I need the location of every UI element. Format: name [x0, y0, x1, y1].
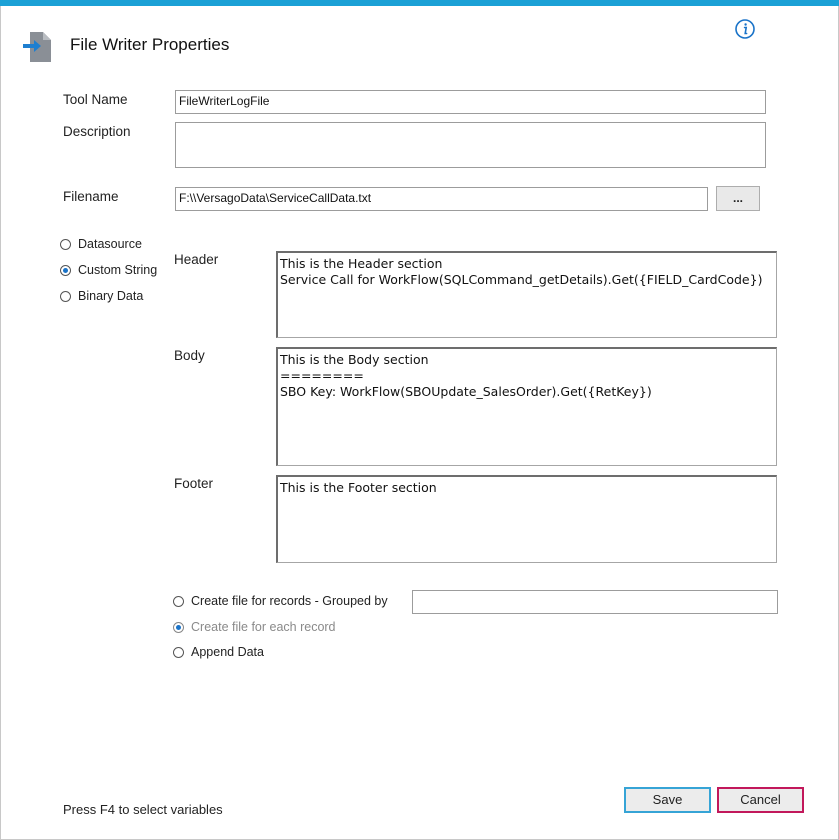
header-label: Header	[174, 252, 219, 267]
radio-circle[interactable]	[173, 595, 184, 607]
info-icon[interactable]	[734, 18, 756, 40]
footer-textarea[interactable]: This is the Footer section	[276, 475, 777, 563]
tool-name-input[interactable]: FileWriterLogFile	[175, 90, 766, 114]
window-accent-bar	[0, 0, 839, 6]
tool-name-label: Tool Name	[63, 92, 128, 107]
radio-label: Append Data	[191, 645, 264, 659]
footer-label: Footer	[174, 476, 214, 491]
window-border-left	[0, 6, 1, 840]
header-textarea[interactable]: This is the Header section Service Call …	[276, 251, 777, 338]
radio-circle[interactable]	[173, 621, 184, 633]
filename-label: Filename	[63, 189, 119, 204]
radio-datasource[interactable]: Datasource	[60, 237, 142, 251]
radio-create-grouped[interactable]: Create file for records - Grouped by	[173, 594, 388, 608]
radio-create-each-record[interactable]: Create file for each record	[173, 620, 336, 634]
body-label: Body	[174, 348, 205, 363]
browse-button[interactable]: ...	[716, 186, 760, 211]
radio-circle[interactable]	[60, 238, 71, 250]
radio-circle[interactable]	[60, 264, 71, 276]
radio-append-data[interactable]: Append Data	[173, 645, 264, 659]
radio-circle[interactable]	[173, 646, 184, 658]
body-textarea[interactable]: This is the Body section ======== SBO Ke…	[276, 347, 777, 466]
grouped-by-input[interactable]	[412, 590, 778, 614]
filename-input[interactable]: F:\\VersagoData\ServiceCallData.txt	[175, 187, 708, 211]
radio-label: Datasource	[78, 237, 142, 251]
radio-label: Custom String	[78, 263, 158, 277]
file-export-icon	[23, 32, 51, 62]
f4-hint: Press F4 to select variables	[63, 802, 223, 817]
radio-binary-data[interactable]: Binary Data	[60, 289, 143, 303]
radio-label: Create file for records - Grouped by	[191, 594, 388, 608]
radio-custom-string[interactable]: Custom String	[60, 263, 157, 277]
radio-label: Binary Data	[78, 289, 144, 303]
dialog-title: File Writer Properties	[70, 35, 230, 54]
description-input[interactable]	[175, 122, 766, 168]
radio-label: Create file for each record	[191, 620, 336, 634]
save-button[interactable]: Save	[624, 787, 711, 813]
cancel-button[interactable]: Cancel	[717, 787, 804, 813]
description-label: Description	[63, 124, 131, 139]
radio-circle[interactable]	[60, 290, 71, 302]
